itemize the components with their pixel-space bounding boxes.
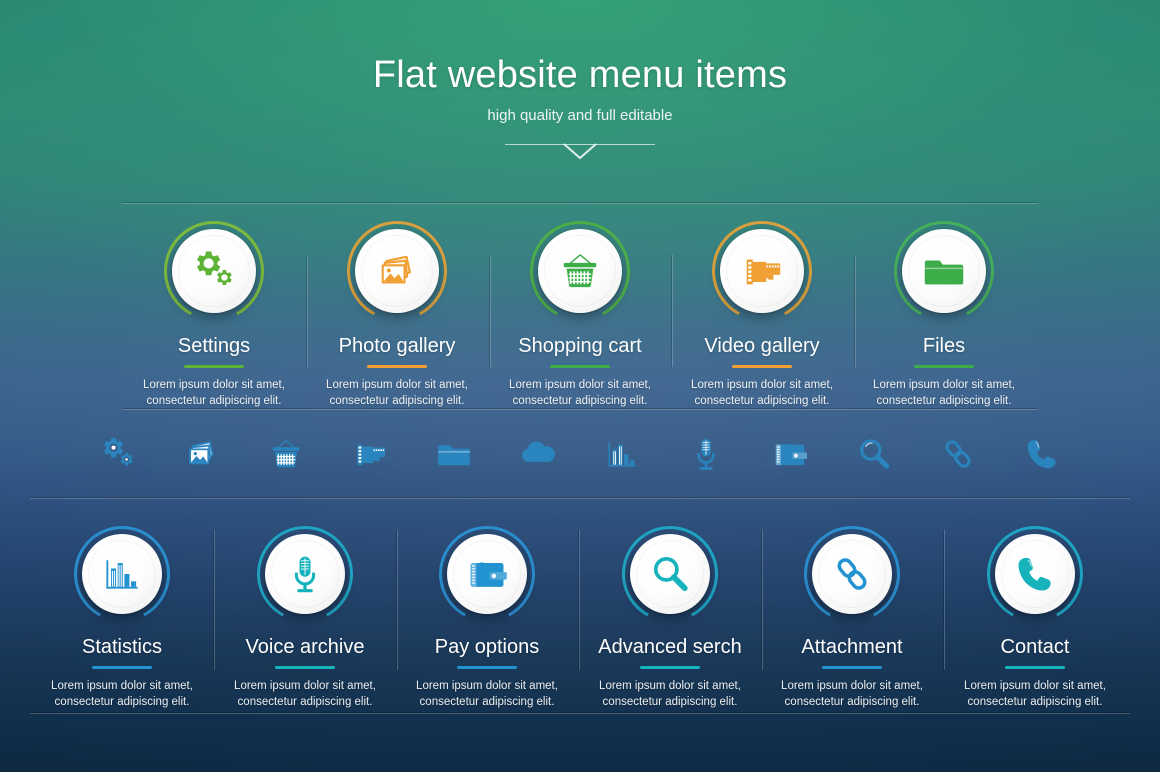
- wallet-icon: [465, 552, 509, 596]
- badge-disc: [720, 229, 804, 313]
- strip-folder-icon[interactable]: [428, 428, 480, 480]
- badge-disc: [902, 229, 986, 313]
- photos-icon: [374, 248, 420, 294]
- divider-bottom: [30, 712, 1130, 714]
- strip-microphone-icon[interactable]: [680, 428, 732, 480]
- menu-item-description: Lorem ipsum dolor sit amet, consectetur …: [873, 379, 1015, 408]
- badge-disc: [538, 229, 622, 313]
- badge[interactable]: [257, 526, 353, 622]
- badge-disc: [355, 229, 439, 313]
- strip-chart-icon[interactable]: [596, 428, 648, 480]
- icon-strip: [0, 428, 1160, 480]
- badge[interactable]: [164, 221, 264, 321]
- poster-canvas: Flat website menu items high quality and…: [0, 0, 1160, 772]
- menu-item-video-gallery[interactable]: Video gallery Lorem ipsum dolor sit amet,…: [662, 221, 862, 410]
- badge[interactable]: [622, 526, 718, 622]
- strip-photos-icon[interactable]: [176, 428, 228, 480]
- strip-magnifier-icon[interactable]: [848, 428, 900, 480]
- menu-item-description: Lorem ipsum dolor sit amet, consectetur …: [509, 379, 651, 408]
- divider-below-strip: [30, 497, 1130, 499]
- label-accent: [92, 666, 152, 669]
- badge-disc: [630, 534, 710, 614]
- strip-phone-icon[interactable]: [1016, 428, 1068, 480]
- menu-item-photo-gallery[interactable]: Photo gallery Lorem ipsum dolor sit amet,…: [297, 221, 497, 410]
- label-accent: [457, 666, 517, 669]
- basket-icon: [557, 248, 603, 294]
- menu-item-settings[interactable]: Settings Lorem ipsum dolor sit amet, cons…: [114, 221, 314, 410]
- menu-item-description: Lorem ipsum dolor sit amet, consectetur …: [416, 680, 558, 709]
- menu-item-label: Attachment: [801, 636, 903, 658]
- menu-item-description: Lorem ipsum dolor sit amet, consectetur …: [691, 379, 833, 408]
- page-subtitle: high quality and full editable: [487, 106, 673, 124]
- strip-film-icon[interactable]: [344, 428, 396, 480]
- badge-disc: [995, 534, 1075, 614]
- badge[interactable]: [439, 526, 535, 622]
- badge[interactable]: [530, 221, 630, 321]
- phone-icon: [1013, 552, 1057, 596]
- menu-item-label: Shopping cart: [518, 335, 642, 357]
- label-accent: [732, 365, 792, 368]
- menu-item-label: Advanced serch: [598, 636, 742, 658]
- menu-item-description: Lorem ipsum dolor sit amet, consectetur …: [143, 379, 285, 408]
- menu-item-label: Files: [922, 335, 966, 357]
- badge[interactable]: [894, 221, 994, 321]
- menu-item-advanced-serch[interactable]: Advanced serch Lorem ipsum dolor sit amet…: [570, 526, 770, 711]
- strip-link-icon[interactable]: [932, 428, 984, 480]
- label-accent: [275, 666, 335, 669]
- menu-item-label: Settings: [177, 335, 251, 357]
- badge[interactable]: [987, 526, 1083, 622]
- menu-item-label: Statistics: [81, 636, 163, 658]
- chart-icon: [100, 552, 144, 596]
- menu-item-statistics[interactable]: Statistics Lorem ipsum dolor sit amet, co…: [22, 526, 222, 711]
- menu-item-description: Lorem ipsum dolor sit amet, consectetur …: [234, 680, 376, 709]
- microphone-icon: [283, 552, 327, 596]
- film-icon: [739, 248, 785, 294]
- badge-disc: [812, 534, 892, 614]
- badge-disc: [447, 534, 527, 614]
- badge[interactable]: [347, 221, 447, 321]
- label-accent: [1005, 666, 1065, 669]
- strip-gear-icon[interactable]: [92, 428, 144, 480]
- menu-item-label: Photo gallery: [338, 335, 456, 357]
- menu-item-shopping-cart[interactable]: Shopping cart Lorem ipsum dolor sit amet,…: [480, 221, 680, 410]
- menu-item-description: Lorem ipsum dolor sit amet, consectetur …: [599, 680, 741, 709]
- gear-icon: [191, 248, 237, 294]
- strip-cloud-icon[interactable]: [512, 428, 564, 480]
- header: Flat website menu items high quality and…: [0, 54, 1160, 166]
- menu-item-pay-options[interactable]: Pay options Lorem ipsum dolor sit amet, c…: [387, 526, 587, 711]
- badge-disc: [265, 534, 345, 614]
- menu-item-voice-archive[interactable]: Voice archive Lorem ipsum dolor sit amet,…: [205, 526, 405, 711]
- label-accent: [367, 365, 427, 368]
- folder-icon: [921, 248, 967, 294]
- menu-item-label: Pay options: [434, 636, 540, 658]
- label-accent: [822, 666, 882, 669]
- menu-item-label: Video gallery: [704, 335, 820, 357]
- label-accent: [184, 365, 244, 368]
- menu-item-description: Lorem ipsum dolor sit amet, consectetur …: [964, 680, 1106, 709]
- badge[interactable]: [804, 526, 900, 622]
- menu-item-description: Lorem ipsum dolor sit amet, consectetur …: [781, 680, 923, 709]
- label-accent: [550, 365, 610, 368]
- strip-basket-icon[interactable]: [260, 428, 312, 480]
- badge[interactable]: [74, 526, 170, 622]
- label-accent: [914, 365, 974, 368]
- menu-item-attachment[interactable]: Attachment Lorem ipsum dolor sit amet, co…: [752, 526, 952, 711]
- label-accent: [640, 666, 700, 669]
- magnifier-icon: [648, 552, 692, 596]
- menu-item-label: Voice archive: [245, 636, 365, 658]
- menu-item-description: Lorem ipsum dolor sit amet, consectetur …: [326, 379, 468, 408]
- header-divider: [0, 143, 1160, 166]
- menu-item-files[interactable]: Files Lorem ipsum dolor sit amet, consect…: [844, 221, 1044, 410]
- badge[interactable]: [712, 221, 812, 321]
- link-icon: [830, 552, 874, 596]
- menu-item-description: Lorem ipsum dolor sit amet, consectetur …: [51, 680, 193, 709]
- badge-disc: [82, 534, 162, 614]
- strip-wallet-icon[interactable]: [764, 428, 816, 480]
- menu-item-label: Contact: [1000, 636, 1070, 658]
- menu-item-contact[interactable]: Contact Lorem ipsum dolor sit amet, conse…: [935, 526, 1135, 711]
- chevron-down-icon: [563, 143, 597, 160]
- badge-disc: [172, 229, 256, 313]
- page-title: Flat website menu items: [372, 54, 788, 96]
- divider-top: [122, 202, 1038, 204]
